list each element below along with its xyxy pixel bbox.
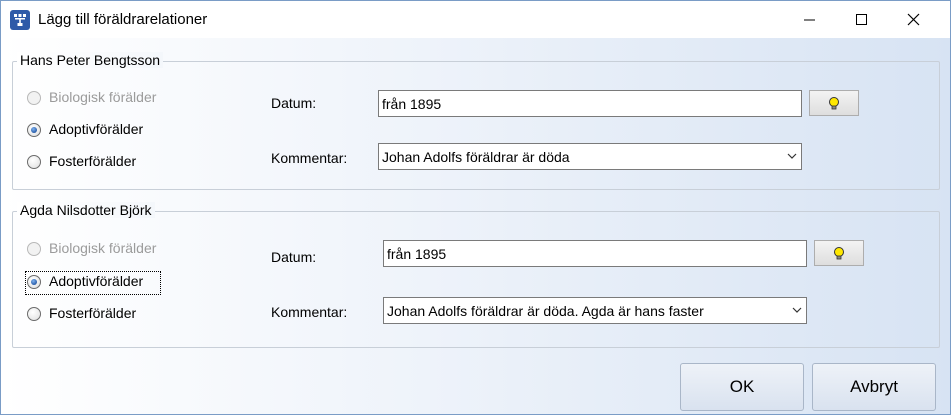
date-label: Datum:: [271, 249, 317, 265]
comment-label: Kommentar:: [271, 150, 348, 166]
dialog-window: Lägg till föräldrarelationer Hans Peter …: [0, 0, 951, 415]
parent2-radio-biological[interactable]: Biologisk förälder: [27, 240, 217, 260]
comment-value: Johan Adolfs föräldrar är döda. Agda är …: [387, 303, 704, 319]
date-value: från 1895: [382, 96, 442, 112]
comment-label: Kommentar:: [271, 304, 348, 320]
maximize-icon: [856, 14, 867, 25]
window-title: Lägg till föräldrarelationer: [38, 11, 208, 28]
radio-label: Fosterförälder: [49, 153, 137, 169]
chevron-down-icon: [792, 307, 802, 313]
parent2-date-input[interactable]: från 1895: [383, 240, 807, 267]
parent1-name: Hans Peter Bengtsson: [17, 52, 164, 68]
radio-label: Biologisk förälder: [49, 89, 157, 105]
comment-value: Johan Adolfs föräldrar är döda: [382, 149, 570, 165]
chevron-down-icon: [787, 153, 797, 159]
radio-label: Adoptivförälder: [49, 121, 144, 137]
radio-label: Biologisk förälder: [49, 240, 157, 256]
parent1-radio-adoptive[interactable]: Adoptivförälder: [27, 121, 217, 141]
close-icon: [907, 13, 920, 26]
lightbulb-icon: [829, 97, 839, 110]
parent2-comment-select[interactable]: Johan Adolfs föräldrar är döda. Agda är …: [383, 297, 807, 324]
cancel-button[interactable]: Avbryt: [812, 363, 936, 411]
date-value: från 1895: [387, 246, 447, 262]
parent1-radio-biological[interactable]: Biologisk förälder: [27, 89, 217, 109]
parent2-date-helper-button[interactable]: [814, 240, 864, 266]
title-bar: Lägg till föräldrarelationer: [1, 1, 950, 38]
radio-button[interactable]: [27, 242, 41, 256]
radio-button[interactable]: [27, 155, 41, 169]
family-tree-icon: [10, 10, 30, 30]
parent1-date-helper-button[interactable]: [809, 90, 859, 116]
parent1-radio-foster[interactable]: Fosterförälder: [27, 153, 217, 173]
radio-button-selected[interactable]: [27, 275, 41, 289]
parent2-radio-foster[interactable]: Fosterförälder: [27, 305, 217, 325]
ok-button[interactable]: OK: [680, 363, 804, 411]
parent1-comment-select[interactable]: Johan Adolfs föräldrar är döda: [378, 143, 802, 170]
parent2-group: Agda Nilsdotter Björk Biologisk förälder…: [12, 202, 940, 348]
close-button[interactable]: [891, 1, 937, 38]
radio-label: Adoptivförälder: [49, 273, 144, 289]
minimize-icon: [804, 19, 815, 21]
radio-label: Fosterförälder: [49, 305, 137, 321]
parent2-name: Agda Nilsdotter Björk: [17, 202, 155, 218]
radio-button[interactable]: [27, 307, 41, 321]
minimize-button[interactable]: [787, 1, 833, 38]
parent1-group: Hans Peter Bengtsson Biologisk förälder …: [12, 52, 940, 190]
radio-button[interactable]: [27, 91, 41, 105]
date-label: Datum:: [271, 95, 317, 111]
radio-button-selected[interactable]: [27, 123, 41, 137]
parent2-radio-adoptive[interactable]: Adoptivförälder: [25, 271, 217, 295]
lightbulb-icon: [834, 247, 844, 260]
parent1-date-input[interactable]: från 1895: [378, 90, 802, 117]
maximize-button[interactable]: [839, 1, 885, 38]
